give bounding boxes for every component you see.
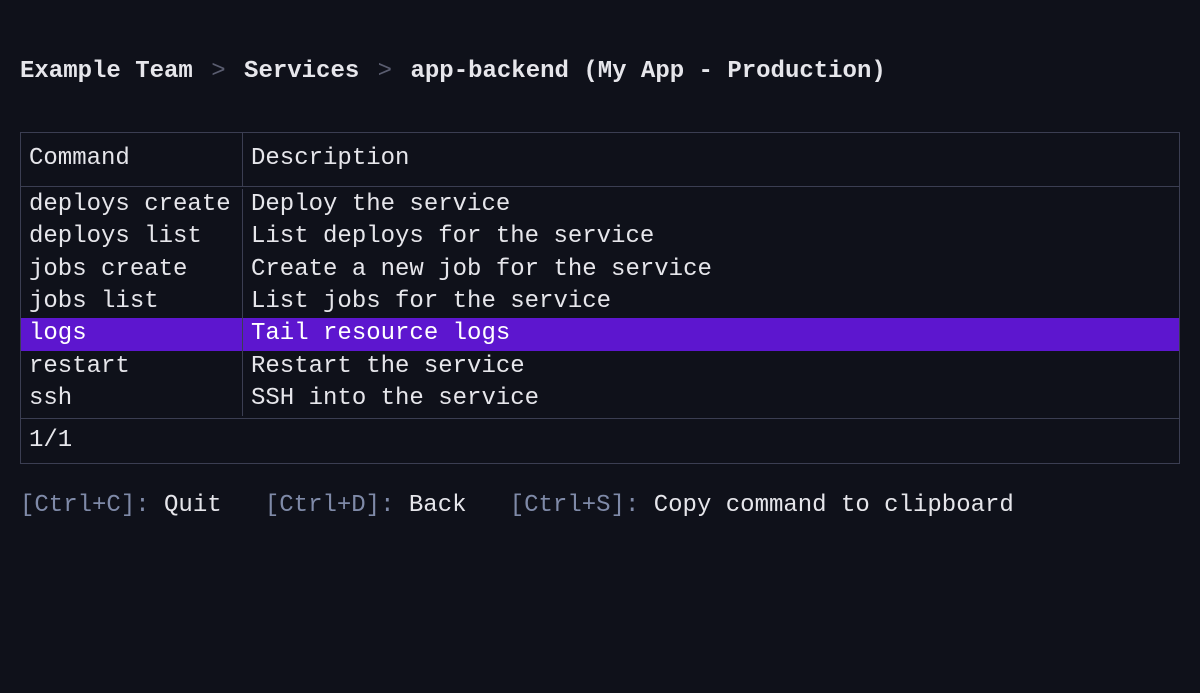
- description-cell: List jobs for the service: [243, 286, 1179, 318]
- breadcrumb: Example Team > Services > app-backend (M…: [20, 56, 1180, 88]
- command-cell: restart: [21, 351, 243, 383]
- description-cell: Tail resource logs: [243, 318, 1179, 350]
- column-header-description: Description: [243, 133, 1179, 185]
- command-cell: jobs list: [21, 286, 243, 318]
- footer-hints: [Ctrl+C]: Quit [Ctrl+D]: Back [Ctrl+S]: …: [20, 490, 1180, 522]
- description-cell: Restart the service: [243, 351, 1179, 383]
- hint-key: [Ctrl+D]:: [265, 492, 395, 519]
- table-row[interactable]: restartRestart the service: [21, 351, 1179, 383]
- command-table: Command Description deploys createDeploy…: [20, 132, 1180, 464]
- hint-label: Copy command to clipboard: [639, 492, 1013, 519]
- breadcrumb-section[interactable]: Services: [244, 58, 359, 85]
- hint-label: Quit: [150, 492, 222, 519]
- breadcrumb-team[interactable]: Example Team: [20, 58, 193, 85]
- table-row[interactable]: logsTail resource logs: [21, 318, 1179, 350]
- description-cell: List deploys for the service: [243, 221, 1179, 253]
- hint-key: [Ctrl+S]:: [510, 492, 640, 519]
- description-cell: Create a new job for the service: [243, 254, 1179, 286]
- column-header-command: Command: [21, 133, 243, 185]
- breadcrumb-service[interactable]: app-backend (My App - Production): [410, 58, 885, 85]
- table-row[interactable]: jobs createCreate a new job for the serv…: [21, 254, 1179, 286]
- table-row[interactable]: sshSSH into the service: [21, 383, 1179, 415]
- command-cell: jobs create: [21, 254, 243, 286]
- description-cell: SSH into the service: [243, 383, 1179, 415]
- hint-label: Back: [394, 492, 466, 519]
- table-row[interactable]: deploys createDeploy the service: [21, 189, 1179, 221]
- table-row[interactable]: deploys listList deploys for the service: [21, 221, 1179, 253]
- command-cell: logs: [21, 318, 243, 350]
- table-row[interactable]: jobs listList jobs for the service: [21, 286, 1179, 318]
- command-cell: deploys create: [21, 189, 243, 221]
- command-cell: deploys list: [21, 221, 243, 253]
- command-cell: ssh: [21, 383, 243, 415]
- description-cell: Deploy the service: [243, 189, 1179, 221]
- table-header-row: Command Description: [21, 133, 1179, 186]
- breadcrumb-separator: >: [207, 58, 229, 85]
- table-body: deploys createDeploy the servicedeploys …: [21, 187, 1179, 419]
- hint-key: [Ctrl+C]:: [20, 492, 150, 519]
- breadcrumb-separator: >: [374, 58, 396, 85]
- table-pagination: 1/1: [21, 419, 1179, 463]
